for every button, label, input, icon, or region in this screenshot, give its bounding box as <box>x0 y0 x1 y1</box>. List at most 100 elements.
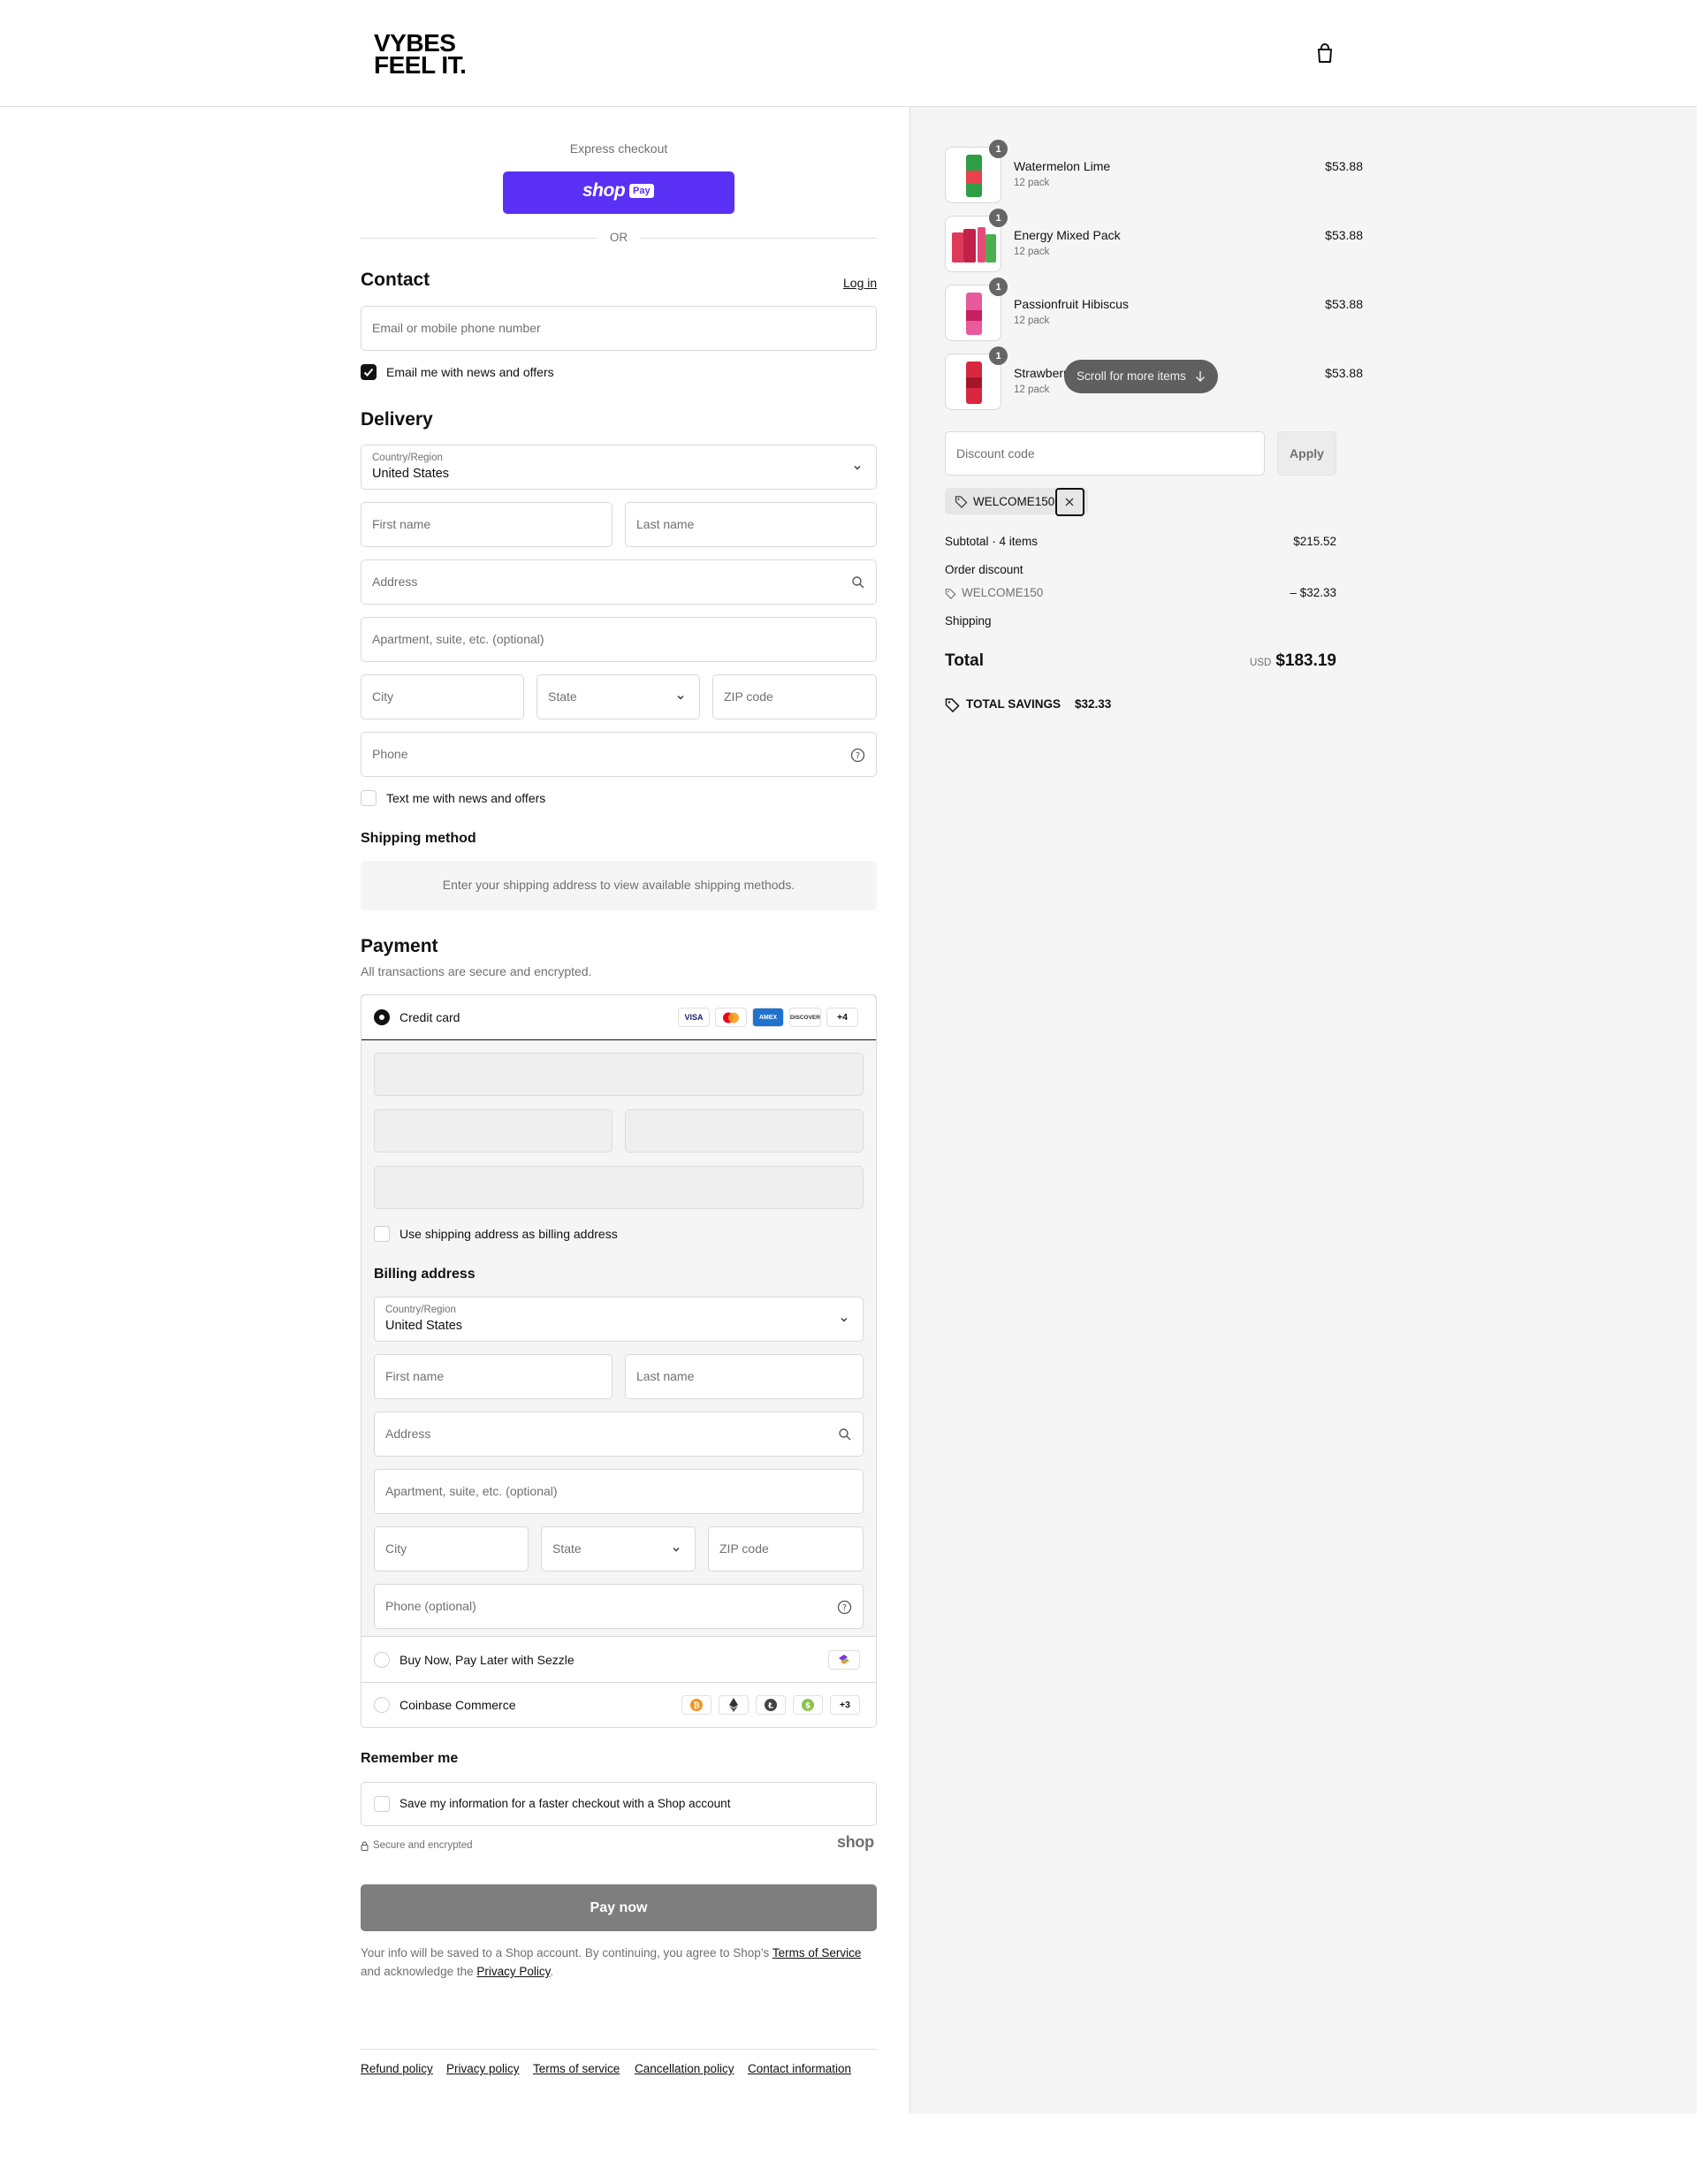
svg-text:?: ? <box>842 1603 847 1613</box>
city-field[interactable]: City <box>361 674 524 719</box>
item-price: $53.88 <box>1325 228 1363 242</box>
billing-apartment-placeholder: Apartment, suite, etc. (optional) <box>385 1484 558 1498</box>
billing-phone-field[interactable]: Phone (optional) ? <box>374 1584 864 1629</box>
remove-discount-button[interactable] <box>1055 488 1084 516</box>
apply-discount-button[interactable]: Apply <box>1277 431 1336 476</box>
address-field[interactable]: Address <box>361 559 877 605</box>
card-number-field[interactable] <box>374 1053 864 1096</box>
apartment-field[interactable]: Apartment, suite, etc. (optional) <box>361 617 877 662</box>
brand-logo[interactable]: VYBES FEEL IT. <box>374 31 467 78</box>
login-link[interactable]: Log in <box>843 276 877 290</box>
billing-address-field[interactable]: Address <box>374 1412 864 1457</box>
billing-state-select[interactable]: State <box>541 1526 696 1571</box>
total-amount: USD $183.19 <box>1248 651 1336 671</box>
savings-tag-icon <box>945 698 960 712</box>
billing-first-name-placeholder: First name <box>385 1369 445 1383</box>
lock-icon <box>361 1841 369 1851</box>
item-name: Strawberr <box>1014 366 1068 380</box>
total-label: Total <box>945 651 984 670</box>
pay-now-button[interactable]: Pay now <box>361 1884 877 1931</box>
order-summary: 1 Watermelon Lime 12 pack $53.88 1 Energ… <box>909 107 1697 2114</box>
first-name-placeholder: First name <box>372 517 431 531</box>
card-name-field[interactable] <box>374 1166 864 1209</box>
credit-card-radio[interactable] <box>374 1009 390 1025</box>
scroll-more-items-button[interactable]: Scroll for more items <box>1064 360 1218 393</box>
card-cvv-field[interactable] <box>625 1109 864 1153</box>
state-placeholder: State <box>548 689 577 704</box>
mastercard-icon <box>715 1008 747 1027</box>
order-discount-label: Order discount <box>945 563 1024 576</box>
refund-policy-link[interactable]: Refund policy <box>361 2062 433 2075</box>
contact-information-link[interactable]: Contact information <box>748 2062 851 2075</box>
arrow-down-icon <box>1196 371 1205 382</box>
save-info-label: Save my information for a faster checkou… <box>400 1797 731 1810</box>
checkmark-icon <box>363 368 374 377</box>
bitcoin-icon: ₿ <box>681 1695 712 1715</box>
currency-code: USD <box>1250 658 1272 668</box>
help-icon[interactable]: ? <box>837 1600 852 1615</box>
sms-news-label: Text me with news and offers <box>386 791 546 805</box>
state-select[interactable]: State <box>536 674 700 719</box>
first-name-field[interactable]: First name <box>361 502 613 547</box>
coinbase-radio[interactable] <box>374 1697 390 1713</box>
card-expiry-field[interactable] <box>374 1109 613 1153</box>
legal-text-2: and acknowledge the <box>361 1965 474 1978</box>
country-label: Country/Region <box>372 453 443 463</box>
coinbase-option[interactable]: Coinbase Commerce ₿ Ł $ +3 <box>361 1683 876 1727</box>
billing-same-checkbox[interactable] <box>374 1226 390 1242</box>
product-thumbnail: 1 <box>945 140 1008 203</box>
country-value: United States <box>372 467 450 481</box>
shopping-bag-icon[interactable] <box>1315 42 1335 64</box>
shop-pay-button[interactable]: shop Pay <box>503 171 734 214</box>
billing-first-name-field[interactable]: First name <box>374 1354 613 1399</box>
remember-me-title: Remember me <box>361 1751 459 1766</box>
visa-icon: VISA <box>678 1008 710 1027</box>
shipping-notice: Enter your shipping address to view avai… <box>361 861 877 910</box>
legal-text: Your info will be saved to a Shop accoun… <box>361 1944 882 1981</box>
sezzle-radio[interactable] <box>374 1652 390 1668</box>
sezzle-option[interactable]: Buy Now, Pay Later with Sezzle <box>361 1638 876 1683</box>
shop-terms-link[interactable]: Terms of Service <box>772 1946 862 1960</box>
discount-amount: – $32.33 <box>1290 586 1336 599</box>
billing-same-label: Use shipping address as billing address <box>400 1227 618 1241</box>
item-name: Energy Mixed Pack <box>1014 228 1121 242</box>
bitcoin-cash-icon: $ <box>793 1695 823 1715</box>
sms-news-checkbox[interactable] <box>361 790 377 806</box>
email-news-label: Email me with news and offers <box>386 365 554 379</box>
subtotal-value: $215.52 <box>1293 535 1336 548</box>
apply-label: Apply <box>1290 446 1324 460</box>
phone-placeholder: Phone <box>372 747 408 761</box>
shipping-label: Shipping <box>945 614 992 628</box>
address-placeholder: Address <box>372 575 418 589</box>
billing-country-select[interactable]: Country/Region United States <box>374 1297 864 1342</box>
cancellation-policy-link[interactable]: Cancellation policy <box>635 2062 734 2075</box>
strawberry-can-image <box>966 361 982 404</box>
shop-pay-badge: Pay <box>629 184 654 198</box>
zip-field[interactable]: ZIP code <box>712 674 877 719</box>
billing-last-name-field[interactable]: Last name <box>625 1354 864 1399</box>
discount-code-field[interactable]: Discount code <box>945 431 1265 476</box>
email-news-checkbox[interactable] <box>361 364 377 380</box>
shop-privacy-link[interactable]: Privacy Policy <box>476 1965 550 1978</box>
divider <box>640 238 877 239</box>
help-icon[interactable]: ? <box>850 748 865 763</box>
mixed-pack-image <box>952 227 996 263</box>
ethereum-icon <box>719 1695 749 1715</box>
billing-city-field[interactable]: City <box>374 1526 529 1571</box>
save-info-checkbox[interactable] <box>374 1796 390 1812</box>
privacy-policy-link[interactable]: Privacy policy <box>446 2062 520 2075</box>
payment-subtitle: All transactions are secure and encrypte… <box>361 964 592 978</box>
billing-zip-field[interactable]: ZIP code <box>708 1526 864 1571</box>
chevron-down-icon <box>673 1548 680 1552</box>
country-select[interactable]: Country/Region United States <box>361 445 877 490</box>
item-price: $53.88 <box>1325 366 1363 380</box>
terms-of-service-link[interactable]: Terms of service <box>533 2062 620 2075</box>
billing-apartment-field[interactable]: Apartment, suite, etc. (optional) <box>374 1469 864 1514</box>
credit-card-panel: Use shipping address as billing address … <box>361 1040 876 1637</box>
credit-card-option[interactable]: Credit card VISA AMEX DISCOVER +4 <box>361 995 876 1040</box>
last-name-field[interactable]: Last name <box>625 502 877 547</box>
email-field[interactable]: Email or mobile phone number <box>361 306 877 351</box>
phone-field[interactable]: Phone ? <box>361 732 877 777</box>
litecoin-icon: Ł <box>756 1695 786 1715</box>
billing-last-name-placeholder: Last name <box>636 1369 695 1383</box>
